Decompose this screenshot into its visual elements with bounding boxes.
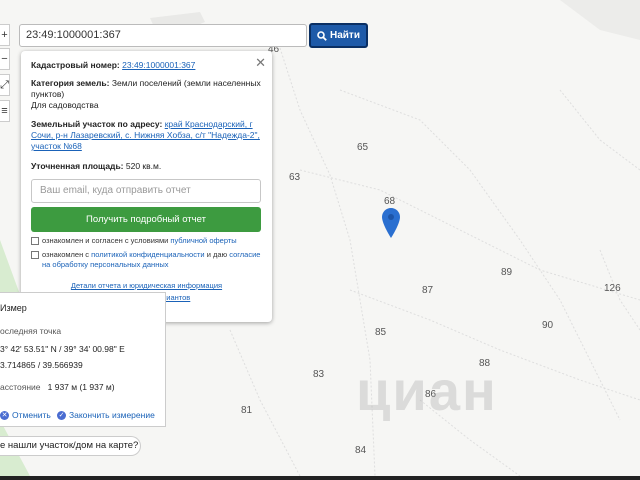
email-field[interactable]: Ваш email, куда отправить отчет <box>31 179 261 203</box>
coords-dms: 3° 42' 53.51" N / 39° 34' 00.98" E <box>0 344 125 354</box>
cadastral-row: Кадастровый номер: 23:49:1000001:367 <box>31 60 262 71</box>
distance-row: асстояние 1 937 м (1 937 м) <box>0 379 115 395</box>
offer-text: ознакомлен и согласен с условиями <box>42 236 169 245</box>
layers-button[interactable]: ≡ <box>0 100 10 122</box>
usage-value: Для садоводства <box>31 100 99 110</box>
magnifier-icon <box>317 30 327 41</box>
plot-number: 65 <box>357 142 369 153</box>
privacy-agreement: ознакомлен с политикой конфиденциальност… <box>31 250 262 270</box>
plot-number: 85 <box>375 327 387 338</box>
address-label: Земельный участок по адресу: <box>31 119 163 129</box>
offer-agreement: ознакомлен и согласен с условиями публич… <box>31 236 262 246</box>
check-circle-icon: ✓ <box>57 410 66 420</box>
address-row: Земельный участок по адресу: край Красно… <box>31 119 262 152</box>
area-label: Уточненная площадь: <box>31 161 124 171</box>
finish-measure-button[interactable]: ✓ Закончить измерение <box>57 410 155 420</box>
offer-checkbox[interactable] <box>31 237 39 245</box>
svg-text:циан: циан <box>356 359 498 422</box>
plot-number: 83 <box>313 369 325 380</box>
cancel-measure-button[interactable]: ✕ Отменить <box>0 410 51 420</box>
coords-decimal: 3.714865 / 39.566939 <box>0 360 83 370</box>
area-row: Уточненная площадь: 520 кв.м. <box>31 161 262 172</box>
finish-measure-label: Закончить измерение <box>69 410 155 420</box>
plot-number: 63 <box>289 172 301 183</box>
plot-number: 126 <box>604 283 621 294</box>
cadastral-link[interactable]: 23:49:1000001:367 <box>122 60 195 70</box>
offer-link[interactable]: публичной оферты <box>170 236 236 245</box>
cancel-measure-label: Отменить <box>12 410 51 420</box>
privacy-text: ознакомлен с <box>42 250 90 259</box>
privacy-checkbox[interactable] <box>31 251 39 259</box>
search-input[interactable]: 23:49:1000001:367 <box>19 24 307 47</box>
distance-value: 1 937 м (1 937 м) <box>47 382 115 392</box>
last-point-label: оследняя точка <box>0 326 62 336</box>
close-icon[interactable]: ✕ <box>255 55 266 71</box>
category-label: Категория земель: <box>31 78 110 88</box>
category-row: Категория земель: Земли поселений (земли… <box>31 78 262 111</box>
watermark-logo: циан <box>356 358 566 442</box>
privacy-mid-text: и даю <box>206 250 228 259</box>
plot-number: 68 <box>384 196 396 207</box>
plot-number: 89 <box>501 267 513 278</box>
details-link[interactable]: Детали отчета и юридическая информация <box>31 280 262 292</box>
get-report-button[interactable]: Получить подробный отчет <box>31 207 261 232</box>
zoom-out-button[interactable]: − <box>0 48 10 70</box>
plot-number: 90 <box>542 320 554 331</box>
plot-number: 84 <box>355 445 367 456</box>
ruler-button[interactable]: ⤢ <box>0 74 10 96</box>
zoom-in-button[interactable]: + <box>0 24 10 46</box>
close-circle-icon: ✕ <box>0 410 9 420</box>
plot-number: 81 <box>241 405 253 416</box>
plot-number: 87 <box>422 285 434 296</box>
search-button-label: Найти <box>330 30 360 41</box>
cadastral-label: Кадастровый номер: <box>31 60 120 70</box>
privacy-link[interactable]: политикой конфиденциальности <box>91 250 204 259</box>
map-pin-icon[interactable] <box>382 208 400 238</box>
area-value: 520 кв.м. <box>125 161 162 171</box>
bottom-bar <box>0 476 640 480</box>
measure-panel: Измер оследняя точка 3° 42' 53.51" N / 3… <box>0 292 166 427</box>
search-button[interactable]: Найти <box>309 23 368 48</box>
measure-title: Измер <box>0 303 27 313</box>
distance-label: асстояние <box>0 382 41 392</box>
not-found-button[interactable]: е нашли участок/дом на карте? <box>0 436 141 456</box>
plot-info-popup: ✕ Кадастровый номер: 23:49:1000001:367 К… <box>21 51 272 322</box>
